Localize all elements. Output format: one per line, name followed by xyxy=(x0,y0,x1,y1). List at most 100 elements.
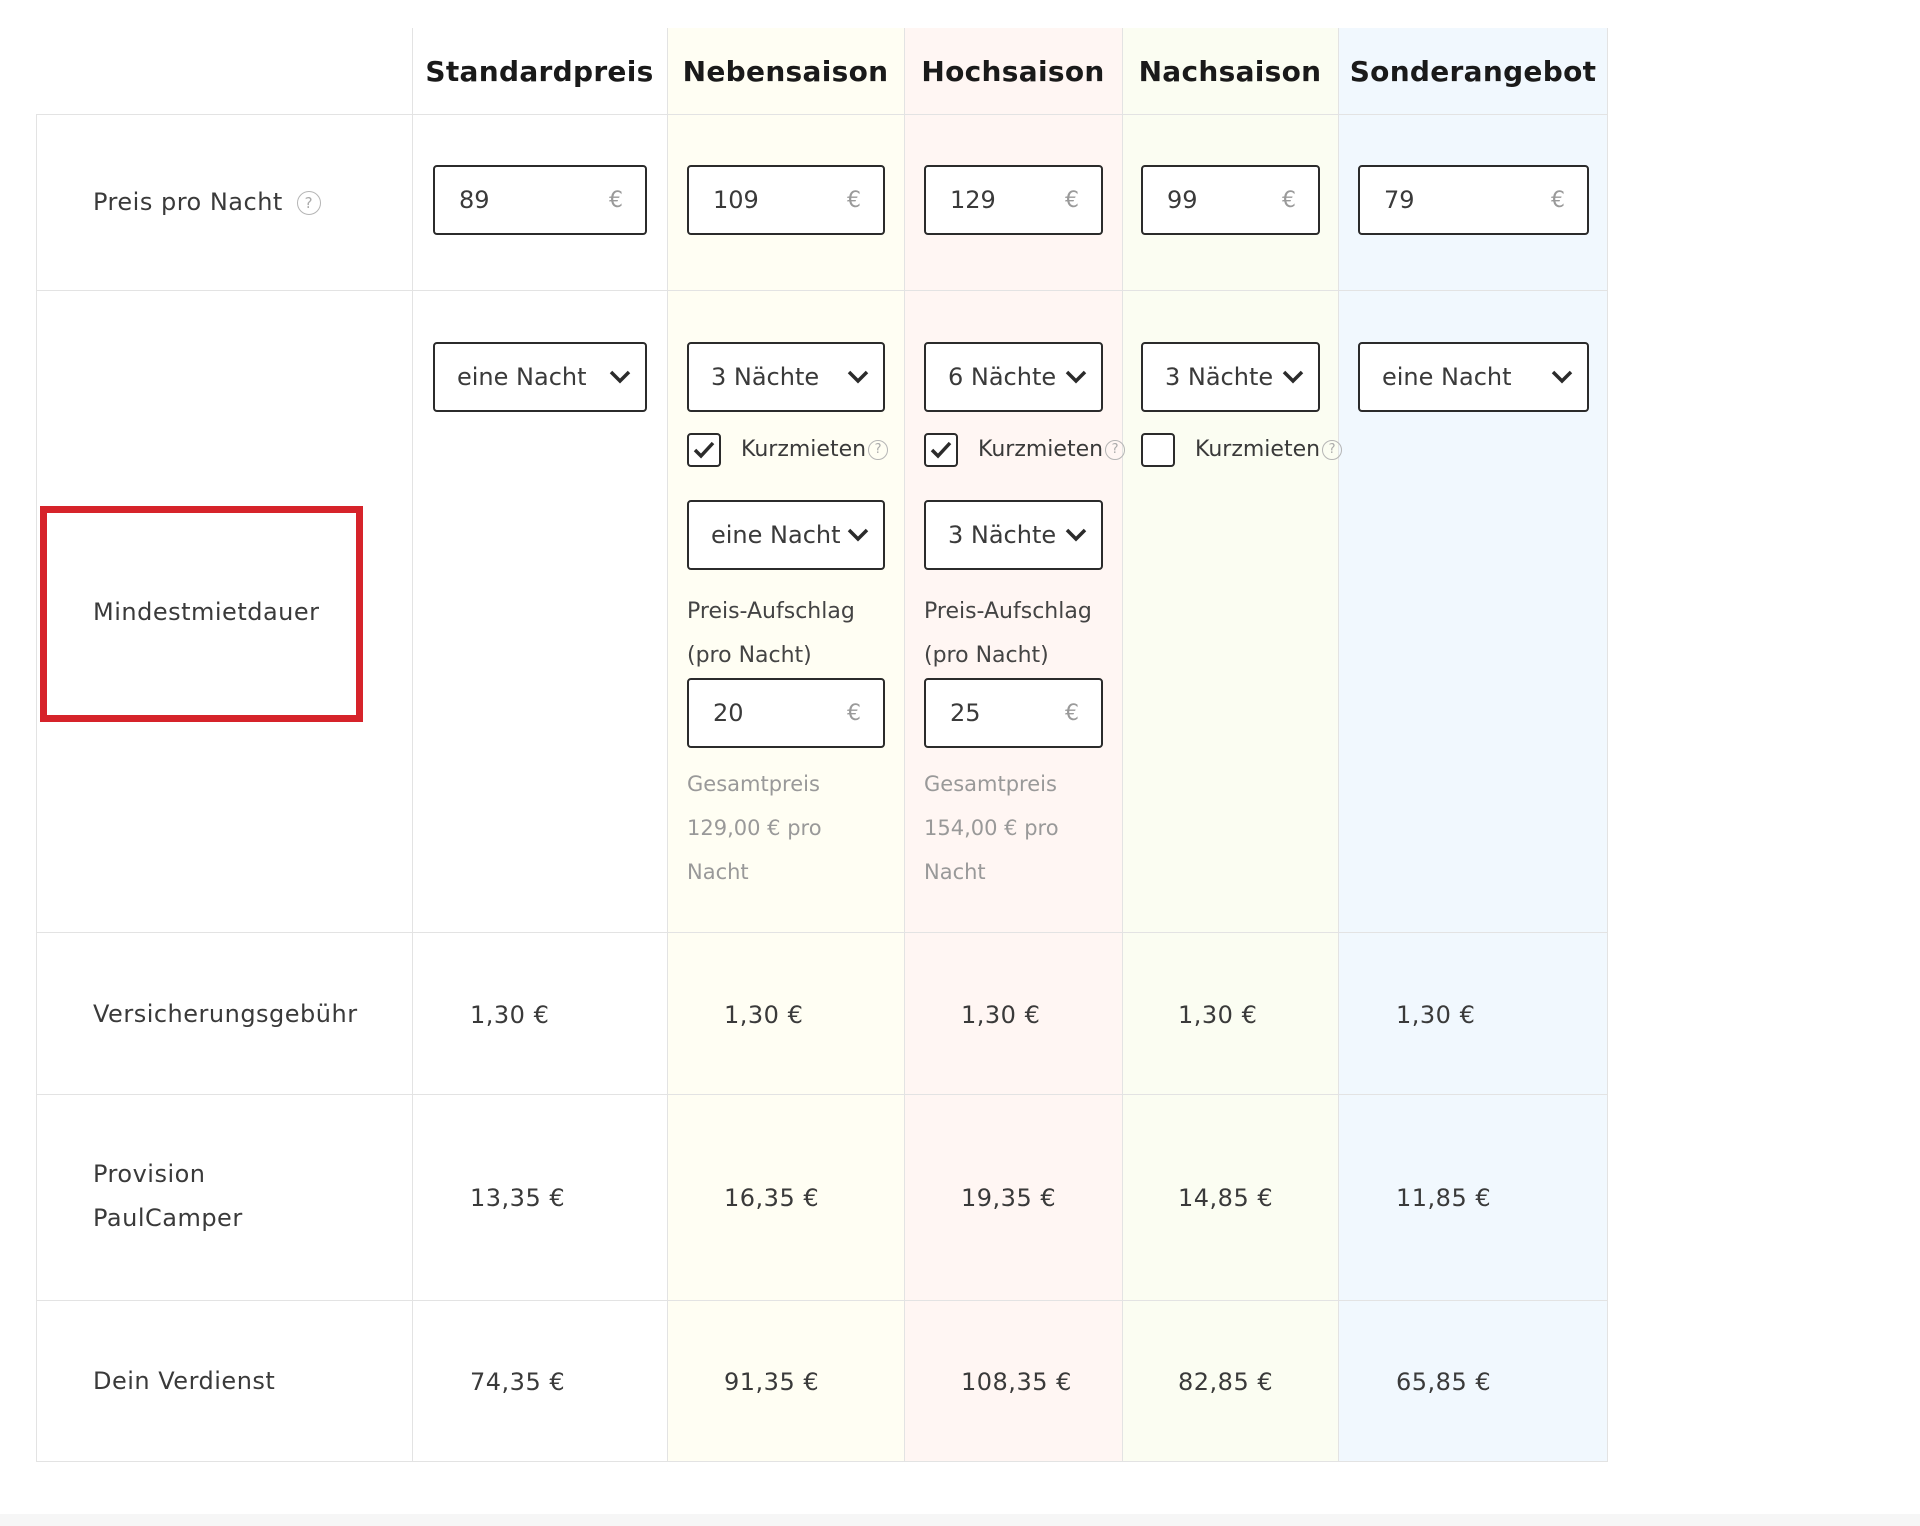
total-price-label: Gesamtpreis xyxy=(687,772,820,796)
short-rental-text: Kurzmieten xyxy=(1195,437,1321,462)
bottom-band xyxy=(0,1514,1920,1526)
select-value: 3 Nächte xyxy=(1165,363,1274,391)
earnings-value: 108,35 € xyxy=(961,1368,1072,1396)
surcharge-input-hoch[interactable]: 25 € xyxy=(924,678,1103,748)
earnings-value: 74,35 € xyxy=(470,1368,566,1396)
total-price-suffix: Nacht xyxy=(687,860,749,884)
help-icon[interactable]: ? xyxy=(1322,440,1343,460)
price-input-sonder[interactable]: 79 € xyxy=(1358,165,1589,235)
header-standardpreis: Standardpreis xyxy=(425,54,654,88)
surcharge-input-neben[interactable]: 20 € xyxy=(687,678,885,748)
pricing-table: Standardpreis Nebensaison Hochsaison Nac… xyxy=(36,28,1608,1462)
row-divider xyxy=(36,290,1608,291)
surcharge-label-sub: (pro Nacht) xyxy=(687,643,812,668)
price-value: 109 xyxy=(713,186,759,214)
price-input-nach[interactable]: 99 € xyxy=(1141,165,1320,235)
insurance-value: 1,30 € xyxy=(1178,1001,1258,1029)
short-rental-label: Kurzmieten? xyxy=(1195,433,1343,467)
price-per-night-label: Preis pro Nacht xyxy=(93,188,283,216)
highlight-box xyxy=(40,506,363,722)
help-icon[interactable]: ? xyxy=(296,191,321,215)
col-divider xyxy=(36,114,37,1462)
short-rental-text: Kurzmieten xyxy=(978,437,1104,462)
col-divider xyxy=(667,28,668,1462)
row-divider xyxy=(36,932,1608,933)
short-rental-text: Kurzmieten xyxy=(741,437,867,462)
total-price-value: 129,00 € pro xyxy=(687,816,822,840)
surcharge-label-sub: (pro Nacht) xyxy=(924,643,1049,668)
col-divider xyxy=(1338,28,1339,1462)
insurance-value: 1,30 € xyxy=(724,1001,804,1029)
checkmark-icon xyxy=(930,441,952,459)
total-price-value: 154,00 € pro xyxy=(924,816,1059,840)
row-divider xyxy=(36,114,1608,115)
commission-value: 13,35 € xyxy=(470,1184,566,1212)
column-bg-standard xyxy=(412,28,667,1462)
price-input-hoch[interactable]: 129 € xyxy=(924,165,1103,235)
insurance-value: 1,30 € xyxy=(470,1001,550,1029)
chevron-down-icon xyxy=(609,370,631,384)
min-duration-select-sonder[interactable]: eine Nacht xyxy=(1358,342,1589,412)
row-label-insurance: Versicherungsgebühr xyxy=(93,1000,358,1028)
commission-value: 14,85 € xyxy=(1178,1184,1274,1212)
col-divider xyxy=(904,28,905,1462)
row-label-price-per-night: Preis pro Nacht? xyxy=(93,180,321,224)
chevron-down-icon xyxy=(847,528,869,542)
euro-icon: € xyxy=(1282,187,1296,213)
euro-icon: € xyxy=(1065,187,1079,213)
price-value: 129 xyxy=(950,186,996,214)
short-rental-select-neben[interactable]: eine Nacht xyxy=(687,500,885,570)
short-rental-checkbox-nach[interactable] xyxy=(1141,433,1175,467)
total-price-suffix: Nacht xyxy=(924,860,986,884)
price-input-neben[interactable]: 109 € xyxy=(687,165,885,235)
short-rental-checkbox-neben[interactable] xyxy=(687,433,721,467)
chevron-down-icon xyxy=(847,370,869,384)
min-duration-select-neben[interactable]: 3 Nächte xyxy=(687,342,885,412)
select-value: 3 Nächte xyxy=(711,363,820,391)
column-bg-sonder xyxy=(1338,28,1608,1462)
select-value: eine Nacht xyxy=(457,363,587,391)
short-rental-select-hoch[interactable]: 3 Nächte xyxy=(924,500,1103,570)
commission-value: 11,85 € xyxy=(1396,1184,1492,1212)
insurance-value: 1,30 € xyxy=(1396,1001,1476,1029)
help-icon[interactable]: ? xyxy=(1105,440,1126,460)
total-price-label: Gesamtpreis xyxy=(924,772,1057,796)
col-divider xyxy=(412,28,413,1462)
col-divider xyxy=(1607,28,1608,1462)
header-hochsaison: Hochsaison xyxy=(921,54,1105,88)
row-divider xyxy=(36,1094,1608,1095)
chevron-down-icon xyxy=(1282,370,1304,384)
min-duration-select-standard[interactable]: eine Nacht xyxy=(433,342,647,412)
short-rental-label: Kurzmieten? xyxy=(978,433,1126,467)
select-value: eine Nacht xyxy=(1382,363,1512,391)
select-value: 3 Nächte xyxy=(948,521,1057,549)
min-duration-select-nach[interactable]: 3 Nächte xyxy=(1141,342,1320,412)
commission-value: 19,35 € xyxy=(961,1184,1057,1212)
header-nebensaison: Nebensaison xyxy=(682,54,889,88)
row-label-earnings: Dein Verdienst xyxy=(93,1367,276,1395)
help-icon[interactable]: ? xyxy=(868,440,889,460)
earnings-value: 91,35 € xyxy=(724,1368,820,1396)
surcharge-label: Preis-Aufschlag xyxy=(924,599,1092,624)
earnings-value: 65,85 € xyxy=(1396,1368,1492,1396)
column-bg-nach xyxy=(1122,28,1338,1462)
euro-icon: € xyxy=(847,187,861,213)
price-input-standard[interactable]: 89 € xyxy=(433,165,647,235)
min-duration-select-hoch[interactable]: 6 Nächte xyxy=(924,342,1103,412)
row-divider xyxy=(36,1300,1608,1301)
short-rental-label: Kurzmieten? xyxy=(741,433,889,467)
euro-icon: € xyxy=(609,187,623,213)
euro-icon: € xyxy=(847,700,861,726)
short-rental-checkbox-hoch[interactable] xyxy=(924,433,958,467)
row-label-commission-sub: PaulCamper xyxy=(93,1204,243,1232)
row-divider xyxy=(36,1461,1608,1462)
chevron-down-icon xyxy=(1065,370,1087,384)
select-value: 6 Nächte xyxy=(948,363,1057,391)
earnings-value: 82,85 € xyxy=(1178,1368,1274,1396)
chevron-down-icon xyxy=(1551,370,1573,384)
price-value: 89 xyxy=(459,186,490,214)
commission-value: 16,35 € xyxy=(724,1184,820,1212)
surcharge-label: Preis-Aufschlag xyxy=(687,599,855,624)
surcharge-value: 20 xyxy=(713,699,744,727)
euro-icon: € xyxy=(1065,700,1079,726)
